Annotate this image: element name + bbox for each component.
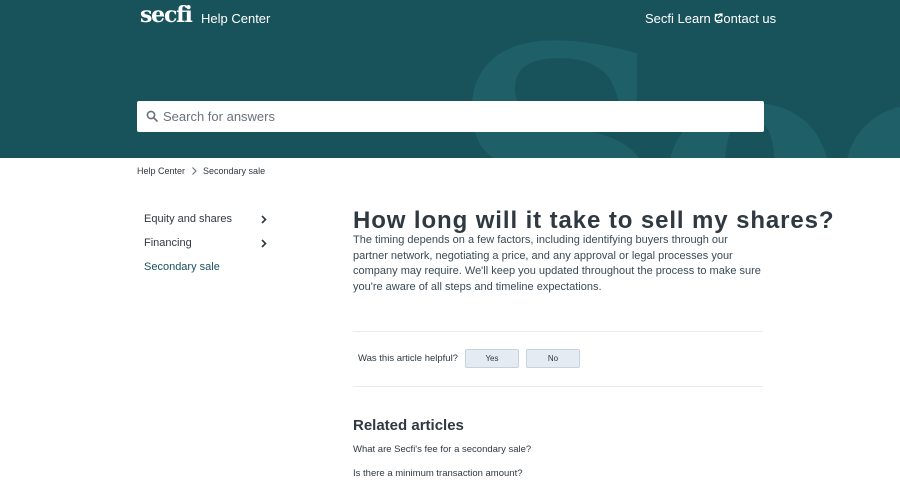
search-input[interactable]: [163, 101, 753, 132]
breadcrumb-help-center[interactable]: Help Center: [137, 166, 185, 176]
breadcrumb-secondary-sale[interactable]: Secondary sale: [203, 166, 265, 176]
secfi-logo[interactable]: secfi: [140, 2, 193, 28]
divider: [353, 331, 763, 332]
sidebar: Equity and shares Financing Secondary sa…: [137, 207, 275, 279]
sidebar-item-financing[interactable]: Financing: [137, 231, 275, 255]
search-icon: [146, 110, 158, 122]
search-bar[interactable]: [137, 101, 764, 132]
no-button[interactable]: No: [525, 349, 580, 368]
related-article-link[interactable]: Is there a minimum transaction amount?: [353, 468, 531, 484]
yes-button[interactable]: Yes: [464, 349, 519, 368]
help-center-link[interactable]: Help Center: [201, 11, 270, 26]
article-title: How long will it take to sell my shares?: [353, 207, 835, 234]
secfi-learn-link[interactable]: Secfi Learn: [645, 11, 723, 26]
divider: [353, 386, 763, 387]
chevron-right-icon: [261, 238, 267, 248]
hero-header: Secf secfi Help Center Secfi Learn Conta…: [0, 0, 900, 158]
related-articles-heading: Related articles: [353, 417, 464, 434]
sidebar-item-label: Secondary sale: [144, 261, 220, 273]
related-articles-list: What are Secfi's fee for a secondary sal…: [353, 444, 531, 484]
logo-watermark: Secf: [452, 8, 900, 159]
breadcrumb: Help Center Secondary sale: [137, 166, 265, 176]
feedback-question: Was this article helpful?: [358, 353, 458, 364]
article-feedback: Was this article helpful? Yes No: [358, 349, 580, 368]
sidebar-item-equity-and-shares[interactable]: Equity and shares: [137, 207, 275, 231]
chevron-right-icon: [192, 167, 197, 175]
article-body: The timing depends on a few factors, inc…: [353, 234, 761, 293]
sidebar-item-label: Equity and shares: [144, 213, 233, 225]
secfi-learn-label: Secfi Learn: [645, 11, 711, 26]
chevron-right-icon: [261, 214, 267, 224]
related-article-link[interactable]: What are Secfi's fee for a secondary sal…: [353, 444, 531, 468]
sidebar-item-label: Financing: [144, 237, 192, 249]
sidebar-item-secondary-sale[interactable]: Secondary sale: [137, 255, 275, 279]
contact-us-link[interactable]: Contact us: [714, 11, 776, 26]
